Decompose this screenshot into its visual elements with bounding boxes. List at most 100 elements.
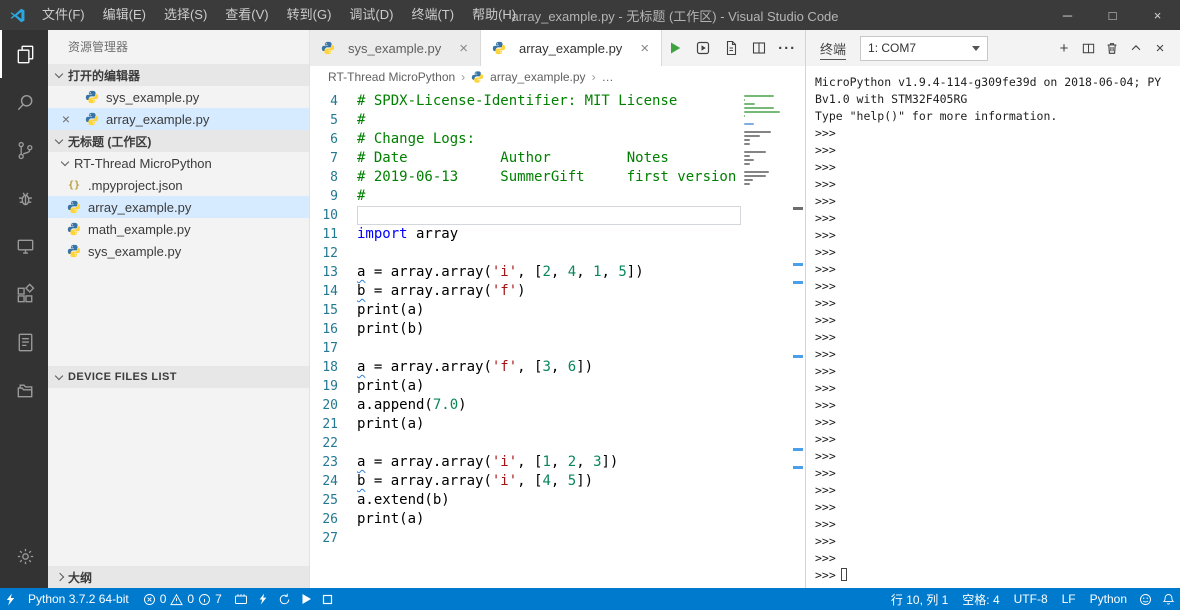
terminal-line: Bv1.0 with STM32F405RG: [815, 92, 968, 106]
encoding[interactable]: UTF-8: [1007, 588, 1055, 610]
code-line: 10: [310, 206, 741, 225]
stop-icon[interactable]: [317, 588, 338, 610]
activity-device-icon[interactable]: [0, 222, 48, 270]
run-icon[interactable]: [296, 588, 317, 610]
menu-item[interactable]: 帮助(H): [463, 0, 525, 30]
notifications-bell-icon[interactable]: [1157, 588, 1180, 610]
menu-item[interactable]: 转到(G): [278, 0, 341, 30]
menu-item[interactable]: 查看(V): [216, 0, 277, 30]
connection-icon[interactable]: [0, 588, 21, 610]
tree-file[interactable]: {} .mpyproject.json: [48, 174, 309, 196]
close-icon[interactable]: ×: [58, 111, 74, 127]
code-token: print(a): [357, 511, 425, 527]
activity-search-icon[interactable]: [0, 78, 48, 126]
indentation[interactable]: 空格: 4: [955, 588, 1006, 610]
minimize-button[interactable]: ─: [1045, 0, 1090, 30]
code-token: #: [357, 188, 366, 204]
editor-tab[interactable]: array_example.py ×: [480, 30, 663, 66]
breadcrumb-item[interactable]: array_example.py: [490, 70, 585, 84]
activity-notes-icon[interactable]: [0, 318, 48, 366]
menu-item[interactable]: 终端(T): [402, 0, 463, 30]
section-outline[interactable]: 大纲: [48, 566, 309, 588]
sync-icon[interactable]: [273, 588, 296, 610]
cursor-position[interactable]: 行 10, 列 1: [884, 588, 955, 610]
terminal-prompt: >>>: [815, 143, 836, 157]
more-actions-button[interactable]: ···: [774, 35, 800, 61]
line-number: 15: [322, 303, 338, 318]
activity-extensions-icon[interactable]: [0, 270, 48, 318]
code-line: 20 a.append(7.0): [310, 396, 741, 415]
terminal-instance-select[interactable]: 1: COM7: [860, 35, 989, 61]
feedback-smiley-icon[interactable]: [1134, 588, 1157, 610]
section-device-files[interactable]: DEVICE FILES LIST: [48, 366, 309, 388]
minimap[interactable]: [741, 92, 791, 588]
code-token: a.extend(b): [357, 492, 450, 508]
terminal-prompt: >>>: [815, 364, 836, 378]
tree-file[interactable]: sys_example.py: [48, 240, 309, 262]
terminal-output[interactable]: MicroPython v1.9.4-114-g309fe39d on 2018…: [806, 66, 1180, 588]
breadcrumb[interactable]: RT-Thread MicroPython › array_example.py ›…: [310, 66, 805, 88]
editor-tab[interactable]: sys_example.py ×: [310, 30, 481, 66]
scrollbar-info-marker: [793, 448, 803, 451]
new-terminal-button[interactable]: +: [1052, 36, 1076, 60]
close-icon[interactable]: ×: [638, 40, 651, 57]
tree-folder[interactable]: RT-Thread MicroPython: [48, 152, 309, 174]
code-token: = array.array(: [365, 359, 492, 375]
editor-scrollbar[interactable]: [791, 92, 805, 588]
menu-item[interactable]: 文件(F): [33, 0, 94, 30]
section-open-editors[interactable]: 打开的编辑器: [48, 64, 309, 86]
status-bar: Python 3.7.2 64-bit 0 0 7 行 10, 列 1 空格: …: [0, 588, 1180, 610]
maximize-button[interactable]: □: [1090, 0, 1135, 30]
menu-item[interactable]: 调试(D): [340, 0, 402, 30]
line-number: 27: [322, 531, 338, 546]
split-terminal-button[interactable]: [1076, 36, 1100, 60]
menu-item[interactable]: 选择(S): [155, 0, 216, 30]
eol-selector[interactable]: LF: [1055, 588, 1083, 610]
activity-debug-icon[interactable]: [0, 174, 48, 222]
breadcrumb-item[interactable]: …: [602, 70, 614, 84]
close-button[interactable]: ×: [1135, 0, 1180, 30]
tree-file[interactable]: math_example.py: [48, 218, 309, 240]
panel-actions: + ×: [1052, 36, 1172, 60]
run-file-button[interactable]: [662, 35, 688, 61]
code-line: 18 a = array.array('f', [3, 6]): [310, 358, 741, 377]
close-icon[interactable]: ×: [457, 40, 470, 57]
tree-file[interactable]: array_example.py: [48, 196, 309, 218]
split-editor-button[interactable]: [746, 35, 772, 61]
line-content: a = array.array('f', [3, 6]): [357, 358, 741, 377]
open-editor-item[interactable]: × array_example.py: [48, 108, 309, 130]
close-panel-button[interactable]: ×: [1148, 36, 1172, 60]
activity-folders-icon[interactable]: [0, 366, 48, 414]
line-content: a.extend(b): [357, 491, 741, 510]
open-preview-button[interactable]: [718, 35, 744, 61]
python-interpreter-selector[interactable]: Python 3.7.2 64-bit: [21, 588, 136, 610]
open-editor-item[interactable]: ×sys_example.py: [48, 86, 309, 108]
settings-gear-icon[interactable]: [0, 532, 48, 580]
terminal-panel: 终端 1: COM7 + × MicroPython v1.9.4-114-g3…: [805, 30, 1180, 588]
activity-explorer-icon[interactable]: [0, 30, 48, 78]
kill-terminal-trash-icon[interactable]: [1100, 36, 1124, 60]
panel-tab-terminal[interactable]: 终端: [820, 36, 847, 60]
folder-name: RT-Thread MicroPython: [74, 155, 212, 171]
menu-item[interactable]: 编辑(E): [94, 0, 155, 30]
line-content: #: [357, 111, 741, 130]
flash-download-icon[interactable]: [253, 588, 273, 610]
code-editor[interactable]: 4 # SPDX-License-Identifier: MIT License 5…: [310, 92, 741, 588]
code-line: 12: [310, 244, 741, 263]
section-workspace[interactable]: 无标题 (工作区): [48, 130, 309, 152]
maximize-panel-chevron-up-icon[interactable]: [1124, 36, 1148, 60]
info-icon: [199, 593, 211, 605]
line-number: 13: [322, 265, 338, 280]
line-number: 10: [322, 208, 338, 223]
board-icon[interactable]: [229, 588, 253, 610]
breadcrumb-item[interactable]: RT-Thread MicroPython: [328, 70, 455, 84]
code-token: print(a): [357, 302, 425, 318]
activity-source-control-icon[interactable]: [0, 126, 48, 174]
minimap-line: [744, 115, 745, 117]
titlebar: 文件(F) 编辑(E) 选择(S) 查看(V) 转到(G) 调试(D) 终端(T) 帮助(H)…: [0, 0, 1180, 30]
problems-indicator[interactable]: 0 0 7: [136, 588, 229, 610]
language-mode[interactable]: Python: [1083, 588, 1134, 610]
code-line: 22: [310, 434, 741, 453]
download-run-button[interactable]: [690, 35, 716, 61]
